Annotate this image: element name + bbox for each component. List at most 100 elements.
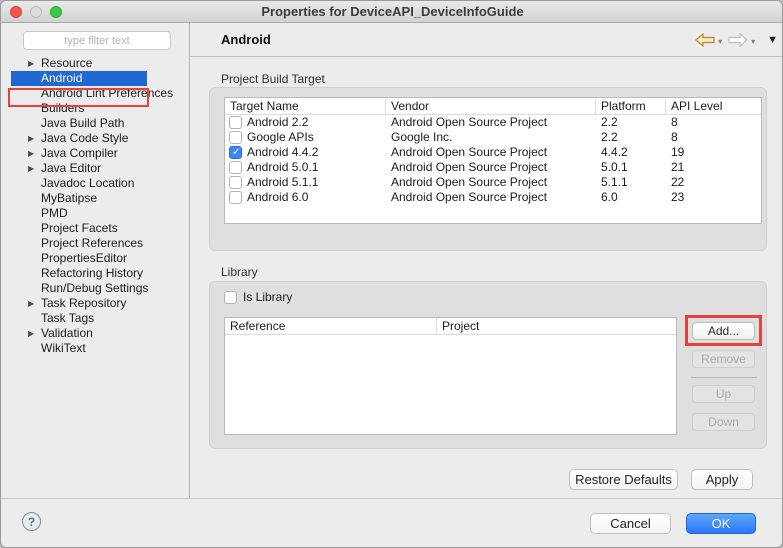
column-header-vendor[interactable]: Vendor <box>386 98 596 114</box>
api-level-cell: 22 <box>666 175 761 190</box>
sidebar-item-label: Javadoc Location <box>41 176 134 190</box>
api-level-cell: 19 <box>666 145 761 160</box>
expand-arrow-icon[interactable]: ▶ <box>28 326 34 341</box>
apply-button[interactable]: Apply <box>691 469 753 490</box>
filter-input[interactable] <box>23 31 171 50</box>
sidebar-item-run-debug-settings[interactable]: Run/Debug Settings <box>1 281 188 296</box>
back-icon[interactable] <box>695 33 715 47</box>
column-header-api-level[interactable]: API Level <box>666 98 761 114</box>
sidebar-item-label: Java Build Path <box>41 116 124 130</box>
target-checkbox[interactable] <box>229 116 242 129</box>
build-target-row[interactable]: Android 4.4.2Android Open Source Project… <box>225 145 761 160</box>
sidebar-item-project-references[interactable]: Project References <box>1 236 188 251</box>
sidebar-item-label: WikiText <box>41 341 86 355</box>
sidebar-item-java-compiler[interactable]: ▶Java Compiler <box>1 146 188 161</box>
is-library-row: Is Library <box>224 290 292 304</box>
expand-arrow-icon[interactable]: ▶ <box>28 146 34 161</box>
back-dropdown-icon[interactable]: ▾ <box>718 37 722 46</box>
forward-dropdown-icon[interactable]: ▾ <box>751 37 755 46</box>
sidebar-item-task-repository[interactable]: ▶Task Repository <box>1 296 188 311</box>
sidebar-item-mybatipse[interactable]: MyBatipse <box>1 191 188 206</box>
target-name-cell: Android 6.0 <box>225 190 386 205</box>
build-target-table[interactable]: Target Name Vendor Platform API Level An… <box>224 97 762 224</box>
build-target-row[interactable]: Android 5.0.1Android Open Source Project… <box>225 160 761 175</box>
sidebar-item-task-tags[interactable]: Task Tags <box>1 311 188 326</box>
sidebar-divider <box>189 23 190 498</box>
expand-arrow-icon[interactable]: ▶ <box>28 161 34 176</box>
platform-cell: 2.2 <box>596 115 666 130</box>
sidebar-item-java-build-path[interactable]: Java Build Path <box>1 116 188 131</box>
column-header-target-name[interactable]: Target Name <box>225 98 386 114</box>
sidebar-item-label: Project Facets <box>41 221 118 235</box>
sidebar-item-validation[interactable]: ▶Validation <box>1 326 188 341</box>
restore-defaults-button[interactable]: Restore Defaults <box>569 469 678 490</box>
minimize-button[interactable] <box>30 6 42 18</box>
sidebar-item-android[interactable]: Android <box>1 71 188 86</box>
library-table[interactable]: Reference Project <box>224 317 677 435</box>
sidebar-item-propertieseditor[interactable]: PropertiesEditor <box>1 251 188 266</box>
sidebar-item-android-lint-preferences[interactable]: Android Lint Preferences <box>1 86 188 101</box>
build-target-table-body: Android 2.2Android Open Source Project2.… <box>225 115 761 205</box>
target-name-cell: Android 5.0.1 <box>225 160 386 175</box>
forward-icon[interactable] <box>728 33 748 47</box>
target-checkbox[interactable] <box>229 176 242 189</box>
target-checkbox[interactable] <box>229 131 242 144</box>
ok-button[interactable]: OK <box>686 513 756 534</box>
build-target-row[interactable]: Google APIsGoogle Inc.2.28 <box>225 130 761 145</box>
api-level-cell: 21 <box>666 160 761 175</box>
vendor-cell: Android Open Source Project <box>386 190 596 205</box>
sidebar-item-label: Builders <box>41 101 84 115</box>
window-title: Properties for DeviceAPI_DeviceInfoGuide <box>261 4 523 19</box>
target-checkbox[interactable] <box>229 146 242 159</box>
platform-cell: 5.0.1 <box>596 160 666 175</box>
sidebar-item-pmd[interactable]: PMD <box>1 206 188 221</box>
expand-arrow-icon[interactable]: ▶ <box>28 56 34 71</box>
platform-cell: 2.2 <box>596 130 666 145</box>
sidebar-item-label: MyBatipse <box>41 191 97 205</box>
down-button[interactable]: Down <box>692 413 755 431</box>
sidebar-item-javadoc-location[interactable]: Javadoc Location <box>1 176 188 191</box>
section-label-project-build-target: Project Build Target <box>221 72 325 86</box>
target-checkbox[interactable] <box>229 161 242 174</box>
column-header-project[interactable]: Project <box>437 318 676 334</box>
view-menu-icon[interactable]: ▼ <box>767 34 778 46</box>
build-target-row[interactable]: Android 2.2Android Open Source Project2.… <box>225 115 761 130</box>
close-button[interactable] <box>10 6 22 18</box>
build-target-table-header: Target Name Vendor Platform API Level <box>225 98 761 115</box>
zoom-button[interactable] <box>50 6 62 18</box>
add-button[interactable]: Add... <box>692 322 755 340</box>
help-button[interactable]: ? <box>22 512 41 531</box>
properties-dialog: Properties for DeviceAPI_DeviceInfoGuide… <box>0 0 783 548</box>
footer-divider <box>1 498 783 499</box>
sidebar-item-java-code-style[interactable]: ▶Java Code Style <box>1 131 188 146</box>
sidebar-tree: ▶ResourceAndroidAndroid Lint Preferences… <box>1 56 188 356</box>
sidebar-item-label: Task Tags <box>41 311 94 325</box>
sidebar-item-label: Android <box>41 71 82 85</box>
build-target-row[interactable]: Android 5.1.1Android Open Source Project… <box>225 175 761 190</box>
sidebar-item-project-facets[interactable]: Project Facets <box>1 221 188 236</box>
sidebar-item-label: Project References <box>41 236 143 250</box>
sidebar-item-refactoring-history[interactable]: Refactoring History <box>1 266 188 281</box>
titlebar[interactable]: Properties for DeviceAPI_DeviceInfoGuide <box>1 1 783 23</box>
expand-arrow-icon[interactable]: ▶ <box>28 131 34 146</box>
build-target-row[interactable]: Android 6.0Android Open Source Project6.… <box>225 190 761 205</box>
button-separator <box>691 377 757 378</box>
platform-cell: 4.4.2 <box>596 145 666 160</box>
is-library-checkbox[interactable] <box>224 291 237 304</box>
up-button[interactable]: Up <box>692 385 755 403</box>
remove-button[interactable]: Remove <box>692 350 755 368</box>
sidebar-item-resource[interactable]: ▶Resource <box>1 56 188 71</box>
sidebar-item-wikitext[interactable]: WikiText <box>1 341 188 356</box>
target-checkbox[interactable] <box>229 191 242 204</box>
sidebar-item-builders[interactable]: Builders <box>1 101 188 116</box>
column-header-reference[interactable]: Reference <box>225 318 437 334</box>
sidebar-item-label: PMD <box>41 206 68 220</box>
traffic-lights <box>10 6 62 18</box>
sidebar-item-java-editor[interactable]: ▶Java Editor <box>1 161 188 176</box>
target-name-cell: Android 4.4.2 <box>225 145 386 160</box>
cancel-button[interactable]: Cancel <box>590 513 671 534</box>
vendor-cell: Android Open Source Project <box>386 145 596 160</box>
vendor-cell: Android Open Source Project <box>386 115 596 130</box>
column-header-platform[interactable]: Platform <box>596 98 666 114</box>
expand-arrow-icon[interactable]: ▶ <box>28 296 34 311</box>
